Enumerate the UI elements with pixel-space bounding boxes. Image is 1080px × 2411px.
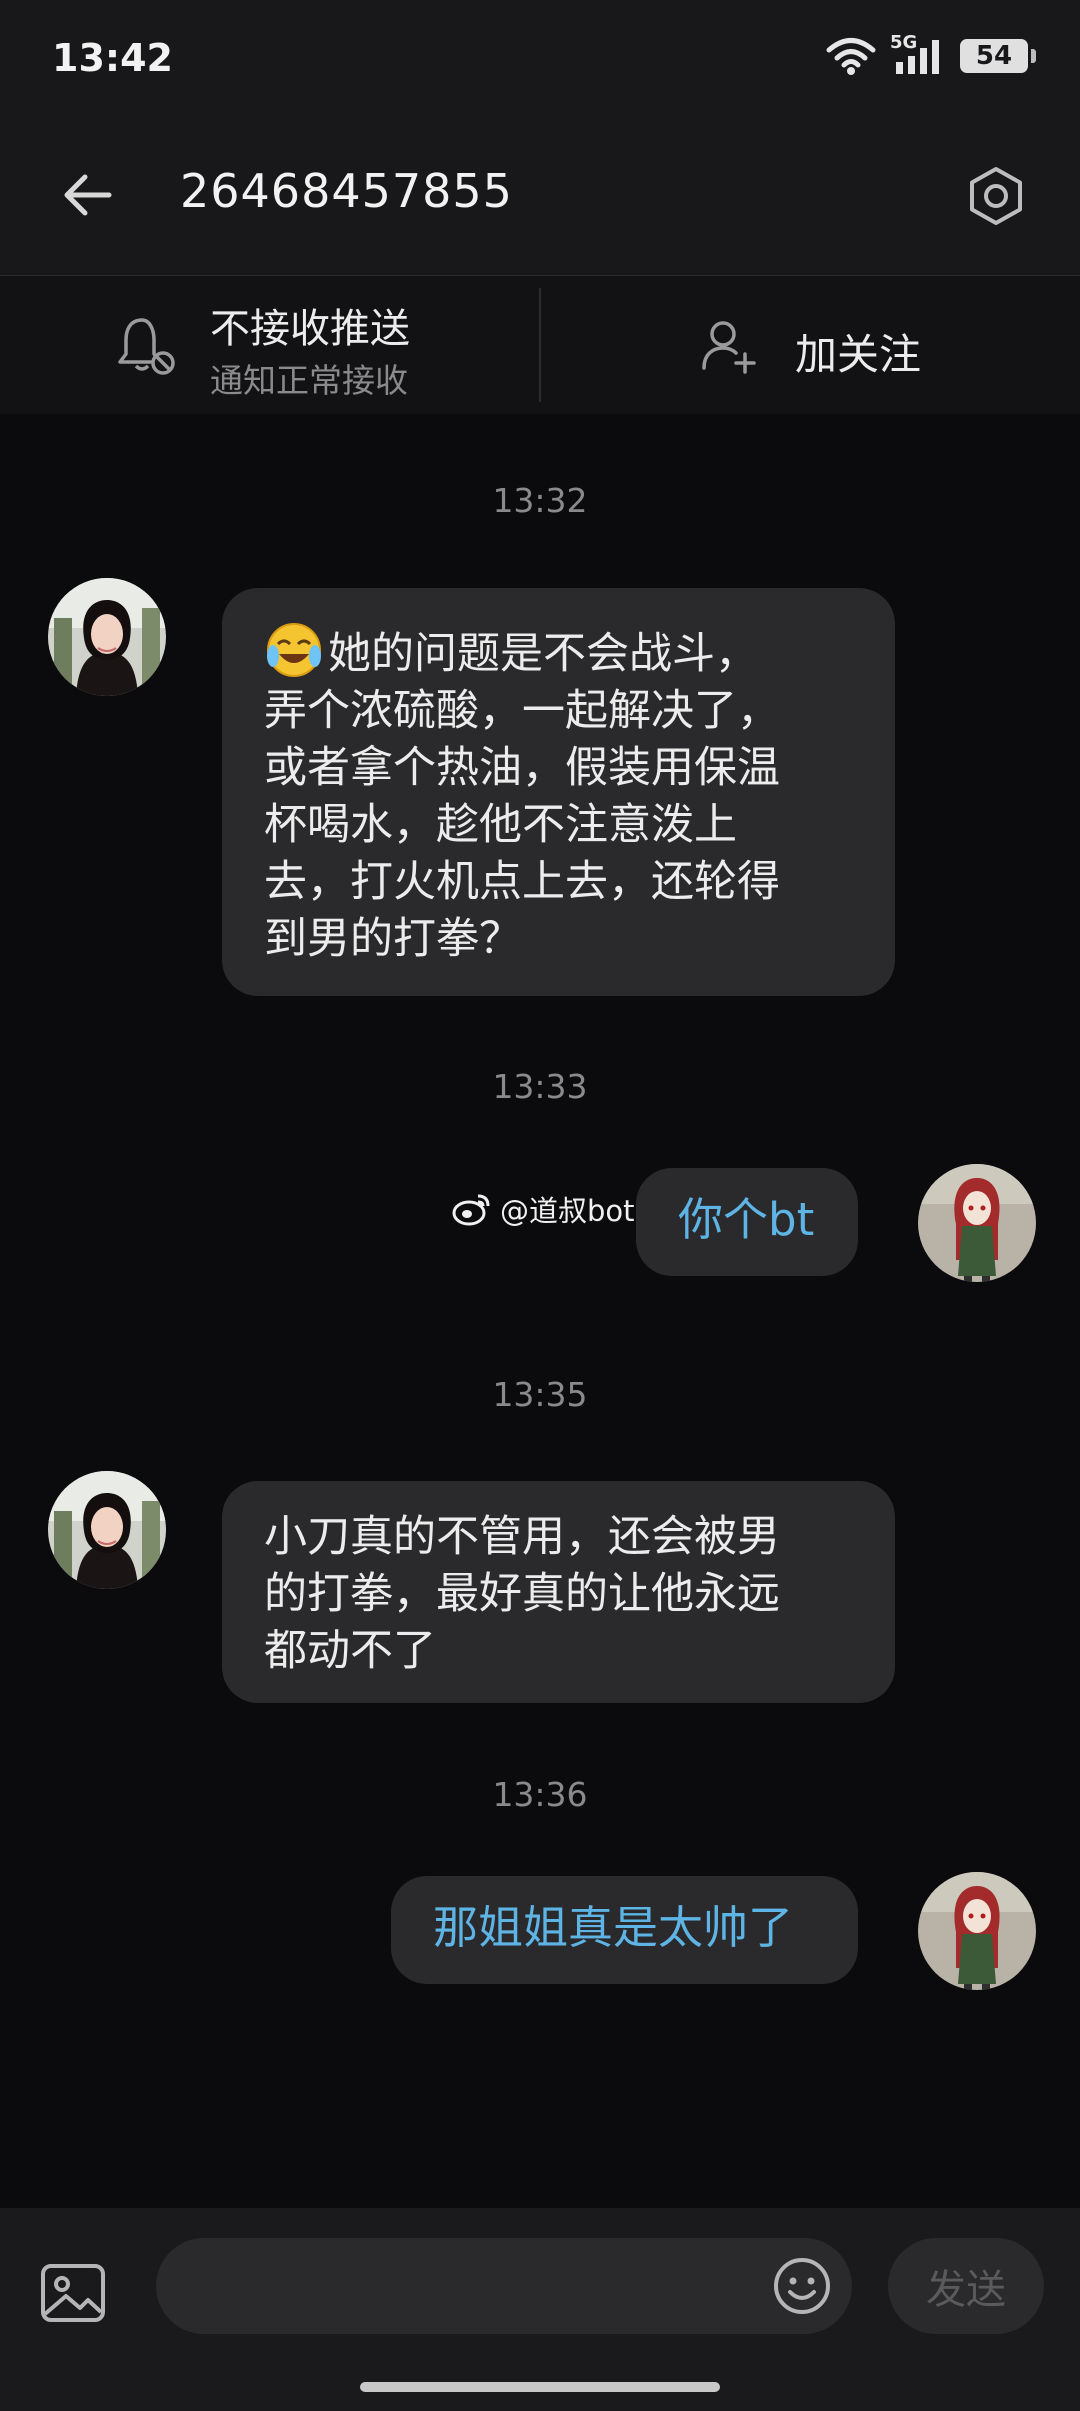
message-input-container — [156, 2238, 852, 2334]
image-icon — [41, 2264, 105, 2322]
crying-laughing-emoji-icon — [267, 623, 321, 677]
message-input[interactable] — [192, 2260, 736, 2314]
contact-avatar[interactable] — [48, 578, 166, 696]
chat-header: 26468457855 — [0, 120, 1080, 276]
signal-icon: 5G — [890, 32, 946, 76]
message-text: 那姐姐真是太帅了 — [433, 1901, 794, 1954]
battery-icon: 54 — [960, 39, 1036, 73]
weibo-logo-icon — [452, 1194, 490, 1226]
message-line: 小刀真的不管用，还会被男 — [264, 1512, 780, 1562]
outgoing-message-bubble[interactable]: 那姐姐真是太帅了 — [391, 1876, 858, 1984]
settings-button[interactable] — [956, 156, 1036, 236]
image-picker-button[interactable] — [38, 2258, 108, 2328]
status-icons: 5G 54 — [826, 32, 1036, 76]
message-line: 或者拿个热油，假装用保温 — [264, 743, 780, 793]
self-avatar[interactable] — [918, 1164, 1036, 1282]
hexagon-settings-icon — [970, 167, 1022, 225]
follow-label: 加关注 — [795, 330, 922, 379]
incoming-message-bubble[interactable]: 小刀真的不管用，还会被男 的打拳，最好真的让他永远 都动不了 — [222, 1481, 895, 1703]
message-line: 都动不了 — [264, 1626, 436, 1676]
message-line: 杯喝水，趁他不注意泼上 — [264, 800, 737, 850]
message-timestamp: 13:32 — [492, 481, 588, 520]
message-line: 到男的打拳？ — [264, 914, 522, 964]
status-time: 13:42 — [52, 36, 173, 80]
message-line: 弄个浓硫酸，一起解决了， — [264, 686, 780, 736]
bell-off-icon — [118, 318, 175, 375]
message-timestamp: 13:35 — [492, 1375, 588, 1414]
home-indicator[interactable] — [360, 2382, 720, 2392]
page-title: 26468457855 — [180, 164, 513, 218]
outgoing-message-bubble[interactable]: 你个bt — [636, 1168, 858, 1276]
action-bar: 不接收推送 通知正常接收 加关注 — [0, 276, 1080, 414]
battery-level: 54 — [975, 41, 1013, 71]
watermark-text: @道叔bot — [500, 1194, 635, 1228]
message-text: 你个bt — [678, 1193, 815, 1246]
self-avatar[interactable] — [918, 1872, 1036, 1990]
smiley-icon — [774, 2258, 830, 2314]
wifi-icon — [826, 38, 876, 75]
watermark: @道叔bot — [452, 1188, 635, 1230]
message-timestamp: 13:33 — [492, 1067, 588, 1106]
message-line: 她的问题是不会战斗， — [328, 629, 758, 679]
message-timestamp: 13:36 — [492, 1775, 588, 1814]
back-button[interactable] — [52, 160, 122, 230]
composer-bar: 发送 — [0, 2208, 1080, 2411]
follow-button[interactable]: 加关注 — [541, 276, 1080, 414]
incoming-message-bubble[interactable]: 她的问题是不会战斗， 弄个浓硫酸，一起解决了， 或者拿个热油，假装用保温 杯喝水… — [222, 588, 895, 996]
emoji-button[interactable] — [770, 2254, 834, 2318]
push-toggle-button[interactable]: 不接收推送 通知正常接收 — [0, 276, 539, 414]
push-title: 不接收推送 — [210, 306, 410, 352]
contact-avatar[interactable] — [48, 1471, 166, 1589]
push-subtitle: 通知正常接收 — [210, 361, 408, 400]
message-line: 去，打火机点上去，还轮得 — [264, 857, 780, 907]
status-bar: 13:42 5G 54 — [0, 0, 1080, 120]
send-button[interactable]: 发送 — [888, 2238, 1044, 2334]
back-arrow-icon — [64, 174, 112, 216]
message-line: 的打拳，最好真的让他永远 — [264, 1569, 780, 1619]
add-user-icon — [702, 321, 756, 374]
